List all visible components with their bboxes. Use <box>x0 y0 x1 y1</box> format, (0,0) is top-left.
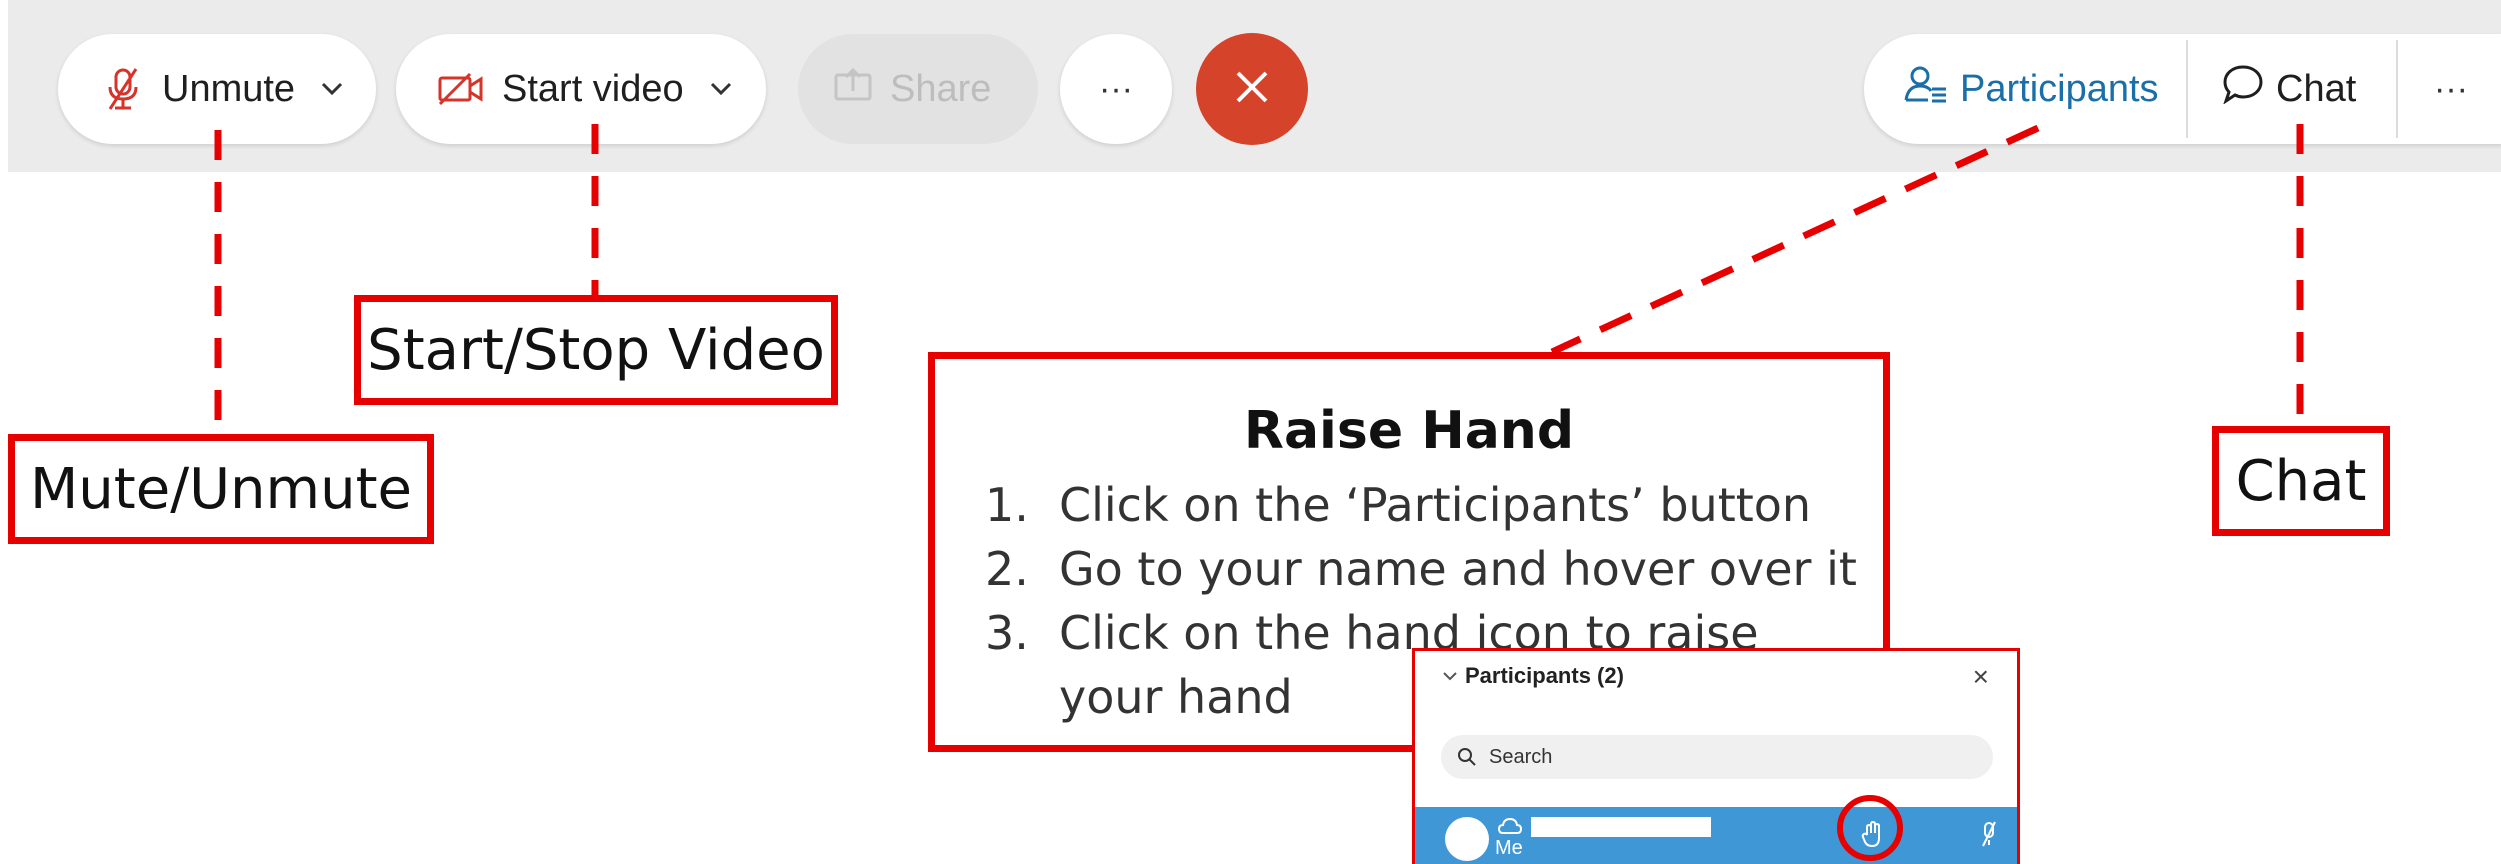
hand-icon-highlight-circle <box>1837 795 1903 861</box>
hand-highlight-overlay <box>1837 795 1903 861</box>
